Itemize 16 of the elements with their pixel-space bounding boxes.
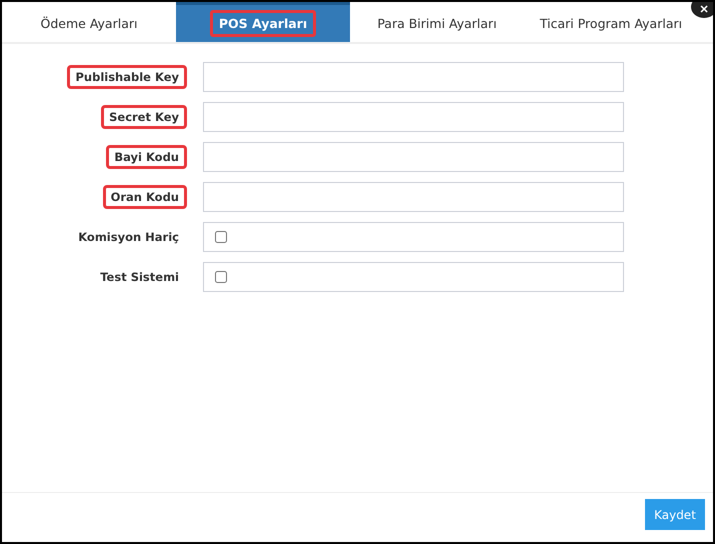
tab[interactable]: POS Ayarları — [176, 2, 350, 42]
field-label: Publishable Key — [67, 65, 187, 89]
input-field[interactable] — [203, 182, 624, 212]
close-button[interactable]: ✕ — [691, 2, 713, 18]
field-label: Komisyon Hariç — [77, 229, 180, 246]
checkbox[interactable] — [215, 271, 227, 283]
tab[interactable]: Ödeme Ayarları — [2, 2, 176, 42]
tab[interactable]: Para Birimi Ayarları — [350, 2, 524, 42]
input-field[interactable] — [203, 62, 624, 92]
field-label: Secret Key — [101, 105, 187, 129]
field-label: Bayi Kodu — [106, 145, 187, 169]
input-field[interactable] — [203, 142, 624, 172]
field-label: Oran Kodu — [102, 185, 187, 209]
input-field[interactable] — [203, 102, 624, 132]
field-label: Test Sistemi — [99, 269, 180, 286]
checkbox[interactable] — [215, 231, 227, 243]
